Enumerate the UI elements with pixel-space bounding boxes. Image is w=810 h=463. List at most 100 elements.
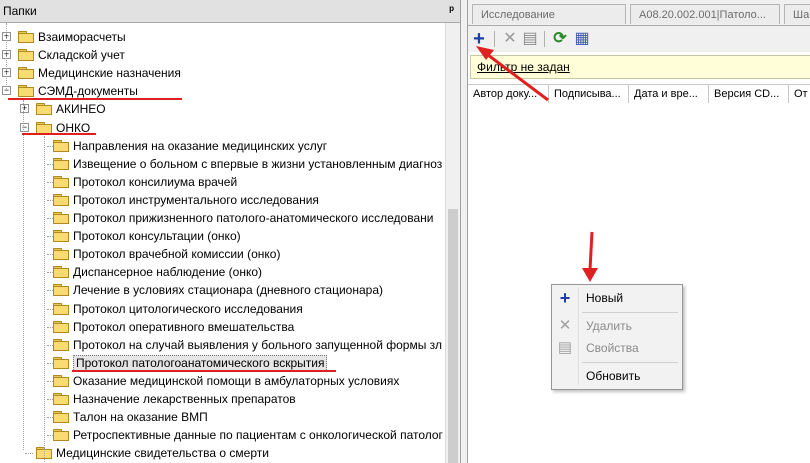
properties-button[interactable]: ▤ xyxy=(520,29,540,49)
plus-icon: + xyxy=(473,28,485,50)
tree-item-label: Диспансерное наблюдение (онко) xyxy=(73,265,263,280)
context-menu-label: Свойства xyxy=(586,341,639,355)
column-author[interactable]: Автор доку... xyxy=(468,85,549,103)
tree-item[interactable]: Протокол врачебной комиссии (онко) xyxy=(0,245,446,263)
tree-item[interactable]: + Взаиморасчеты xyxy=(0,28,446,46)
tree-item-label: Назначение лекарственных препаратов xyxy=(73,392,296,406)
folder-icon xyxy=(18,31,34,43)
context-menu-separator xyxy=(582,312,678,313)
add-button[interactable]: + xyxy=(469,29,489,49)
column-from[interactable]: От xyxy=(789,85,810,103)
context-menu-separator xyxy=(582,362,678,363)
context-menu-label: Новый xyxy=(586,291,624,305)
filter-bar: Фильтр не задан xyxy=(470,55,810,79)
tree-item-label: Протокол консультации (онко) xyxy=(73,229,241,244)
tree-item-label: Протокол патологоанатомического вскрытия xyxy=(73,354,328,372)
column-date[interactable]: Дата и вре... xyxy=(629,85,709,103)
folders-panel-header: Папки ᵖ xyxy=(0,0,460,23)
tree-item[interactable]: Протокол инструментального исследования xyxy=(0,191,446,209)
tree-item[interactable]: Медицинские свидетельства о смерти xyxy=(0,444,446,462)
folder-icon xyxy=(53,266,69,279)
tree-item-label: Лечение в условиях стационара (дневного … xyxy=(73,283,384,298)
tree-item[interactable]: − СЭМД-документы xyxy=(0,82,446,100)
tab-service-code[interactable]: A08.20.002.001|Патоло... xyxy=(630,4,780,24)
context-menu-label: Обновить xyxy=(586,369,641,383)
tree-item-label: СЭМД-документы xyxy=(38,84,138,99)
filter-link[interactable]: Фильтр не задан xyxy=(477,60,570,74)
tree-item-label: Оказание медицинской помощи в амбулаторн… xyxy=(73,373,400,388)
folders-panel-title: Папки xyxy=(3,4,37,18)
tree-guide-line xyxy=(23,100,24,450)
context-menu-properties[interactable]: ▤ Свойства xyxy=(552,337,680,359)
tree-guide-line xyxy=(44,136,45,463)
tree-item[interactable]: Талон на оказание ВМП xyxy=(0,408,446,426)
export-button[interactable]: ▦ xyxy=(572,29,592,49)
close-icon: ✕ xyxy=(503,30,517,47)
scrollbar-thumb[interactable] xyxy=(448,209,458,463)
context-menu-refresh[interactable]: Обновить xyxy=(552,365,680,387)
folder-icon xyxy=(53,302,69,315)
tree-item-label: Протокол оперативного вмешательства xyxy=(73,319,295,334)
delete-button[interactable]: ✕ xyxy=(500,29,520,49)
tree-item[interactable]: + Медицинские назначения xyxy=(0,64,446,82)
tree-item[interactable]: Протокол патологоанатомического вскрытия xyxy=(0,354,446,372)
context-menu-delete[interactable]: ✕ Удалить xyxy=(552,315,680,337)
context-menu-label: Удалить xyxy=(586,319,632,333)
folder-icon xyxy=(53,193,69,206)
tree-item[interactable]: − ОНКО xyxy=(0,119,446,137)
column-signer[interactable]: Подписыва... xyxy=(549,85,629,103)
tree-item-label: Протокол прижизненного патолого-анатомич… xyxy=(73,211,434,225)
folder-icon xyxy=(53,374,69,387)
folder-icon xyxy=(53,411,69,424)
folder-icon xyxy=(18,85,34,98)
tree-guide-line xyxy=(6,23,7,91)
folder-icon xyxy=(53,429,69,442)
tree-item[interactable]: Протокол консилиума врачей xyxy=(0,173,446,191)
folder-icon xyxy=(53,248,69,261)
column-cda-version[interactable]: Версия СD... xyxy=(709,85,789,103)
folder-icon xyxy=(18,67,34,80)
collapse-icon[interactable]: − xyxy=(20,122,29,132)
folder-icon xyxy=(53,230,69,243)
context-menu-new[interactable]: + Новый xyxy=(552,287,680,309)
folder-icon xyxy=(53,175,69,188)
tab-research[interactable]: Исследование xyxy=(472,4,626,24)
refresh-icon: ⟳ xyxy=(553,30,567,47)
tree-item-label: ОНКО xyxy=(56,120,91,135)
folders-panel: Папки ᵖ + Взаиморасчеты + Складской учет + Ме… xyxy=(0,0,461,463)
tree-item[interactable]: Назначение лекарственных препаратов xyxy=(0,390,446,408)
folder-icon xyxy=(53,338,69,351)
folder-icon xyxy=(18,49,34,62)
expand-icon[interactable]: + xyxy=(20,104,29,114)
folder-icon xyxy=(36,103,52,116)
folder-icon xyxy=(53,157,69,170)
tree-item[interactable]: Протокол цитологического исследования xyxy=(0,300,446,318)
tree-item[interactable]: Протокол оперативного вмешательства xyxy=(0,318,446,336)
tree-item[interactable]: Протокол прижизненного патолого-анатомич… xyxy=(0,209,446,227)
tree-item[interactable]: + Складской учет xyxy=(0,46,446,64)
context-menu: + Новый ✕ Удалить ▤ Свойства Обновить xyxy=(551,284,683,390)
tab-templates[interactable]: Шаб xyxy=(784,4,810,24)
grid-body[interactable] xyxy=(468,103,810,463)
tree-item[interactable]: + АКИНЕО xyxy=(0,100,446,118)
tree-vertical-scrollbar[interactable] xyxy=(445,23,460,463)
tree-item[interactable]: Протокол консультации (онко) xyxy=(0,227,446,245)
pin-icon[interactable]: ᵖ xyxy=(449,3,454,17)
tree-item[interactable]: Ретроспективные данные по пациентам с он… xyxy=(0,426,446,444)
tree-item[interactable]: Направления на оказание медицинских услу… xyxy=(0,137,446,155)
tree-item[interactable]: Извещение о больном с впервые в жизни ус… xyxy=(0,155,446,173)
tree-item[interactable]: Протокол на случай выявления у больного … xyxy=(0,336,446,354)
refresh-button[interactable]: ⟳ xyxy=(550,29,570,49)
tree-item-label: АКИНЕО xyxy=(56,102,106,117)
toolbar-separator xyxy=(544,31,545,47)
tree-item[interactable]: Лечение в условиях стационара (дневного … xyxy=(0,281,446,299)
tree-item[interactable]: Диспансерное наблюдение (онко) xyxy=(0,263,446,281)
folder-tree: + Взаиморасчеты + Складской учет + Медицински… xyxy=(0,23,446,463)
tab-label: Шаб xyxy=(793,9,810,21)
folder-icon xyxy=(53,356,69,369)
tree-item-label: Медицинские свидетельства о смерти xyxy=(56,446,269,461)
tree-item-label: Ретроспективные данные по пациентам с он… xyxy=(73,428,443,443)
properties-icon: ▤ xyxy=(557,339,573,356)
grid-header: Автор доку... Подписыва... Дата и вре...… xyxy=(468,84,810,104)
tree-item[interactable]: Оказание медицинской помощи в амбулаторн… xyxy=(0,372,446,390)
